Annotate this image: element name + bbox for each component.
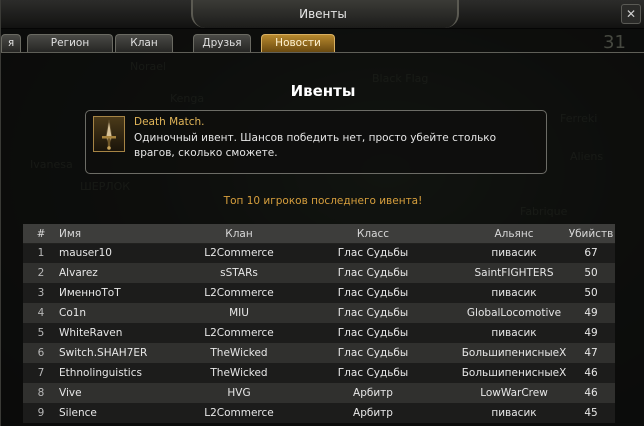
tab-region[interactable]: Регион — [27, 34, 113, 52]
row-ally: пивасик — [491, 327, 537, 339]
event-description: Одиночный ивент. Шансов победить нет, пр… — [134, 132, 497, 159]
row-ally: GlobalLocomotive — [466, 307, 562, 319]
row-class: Глас Судьбы — [337, 267, 409, 279]
row-name: mauser10 — [59, 247, 112, 259]
row-clan: L2Commerce — [204, 327, 274, 339]
channel-number: 31 — [603, 32, 626, 53]
tab-friends[interactable]: Друзья — [193, 34, 251, 52]
tab-divider — [1, 52, 644, 53]
table-header: # Имя Клан Класс Альянс Убийств — [23, 224, 615, 244]
row-name: ИменноТоТ — [59, 287, 121, 299]
table-row[interactable]: 3 ИменноТоТ L2Commerce Глас Судьбы пивас… — [23, 283, 615, 303]
header-ally: Альянс — [494, 228, 534, 240]
row-class: Глас Судьбы — [337, 307, 409, 319]
row-num: 8 — [37, 387, 45, 399]
table-row[interactable]: 8 Vive HVG Арбитр LowWarCrew 46 — [23, 383, 615, 403]
event-name: Death Match. — [134, 116, 205, 128]
row-class: Глас Судьбы — [337, 347, 409, 359]
row-kills: 45 — [584, 407, 598, 419]
tab-news[interactable]: Новости — [261, 34, 335, 52]
row-kills: 46 — [584, 387, 598, 399]
row-class: Глас Судьбы — [337, 367, 409, 379]
row-ally: пивасик — [491, 287, 537, 299]
row-num: 4 — [37, 307, 45, 319]
row-kills: 49 — [584, 307, 598, 319]
row-class: Арбитр — [353, 387, 393, 399]
row-num: 7 — [37, 367, 45, 379]
row-clan: HVG — [227, 387, 251, 399]
row-class: Арбитр — [353, 407, 393, 419]
table-row[interactable]: 6 Switch.SHAH7ER TheWicked Глас Судьбы Б… — [23, 343, 615, 363]
row-clan: MIU — [229, 307, 249, 319]
header-name: Имя — [59, 228, 82, 240]
row-clan: TheWicked — [210, 347, 268, 359]
table-row[interactable]: 1 mauser10 L2Commerce Глас Судьбы пиваси… — [23, 243, 615, 263]
row-num: 9 — [37, 407, 45, 419]
row-num: 1 — [37, 247, 45, 259]
row-name: Alvarez — [59, 267, 98, 279]
row-ally: пивасик — [491, 407, 537, 419]
header-class: Класс — [356, 228, 390, 240]
row-kills: 46 — [584, 367, 598, 379]
window-titlebar[interactable]: Ивенты ✕ — [1, 0, 644, 29]
header-kills: Убийств — [568, 228, 614, 240]
close-icon[interactable]: ✕ — [621, 4, 641, 24]
row-clan: L2Commerce — [204, 247, 274, 259]
row-ally: LowWarCrew — [480, 387, 548, 399]
row-num: 5 — [37, 327, 45, 339]
top-players-table: # Имя Клан Класс Альянс Убийств 1 mauser… — [23, 224, 615, 426]
row-ally: пивасик — [491, 247, 537, 259]
row-name: Co1n — [59, 307, 87, 319]
tab-clan[interactable]: Клан — [115, 34, 173, 52]
row-num: 2 — [37, 267, 45, 279]
row-class: Глас Судьбы — [337, 287, 409, 299]
row-ally: SaintFIGHTERS — [474, 267, 554, 279]
table-row[interactable]: 7 Ethnolinguistics TheWicked Глас Судьбы… — [23, 363, 615, 383]
row-kills: 50 — [584, 287, 598, 299]
row-kills: 49 — [584, 327, 598, 339]
events-window: Ивенты ✕ 31 я Регион Клан Друзья Новости… — [0, 0, 644, 426]
table-row[interactable]: 9 Silence L2Commerce Арбитр пивасик 45 — [23, 403, 615, 423]
row-kills: 67 — [584, 247, 598, 259]
row-kills: 47 — [584, 347, 598, 359]
row-name: Silence — [59, 407, 97, 419]
row-name: Switch.SHAH7ER — [59, 347, 148, 359]
row-class: Глас Судьбы — [337, 327, 409, 339]
table-row[interactable]: 2 Alvarez sSTARs Глас Судьбы SaintFIGHTE… — [23, 263, 615, 283]
row-clan: L2Commerce — [204, 407, 274, 419]
panel-title: Ивенты — [290, 82, 356, 100]
sword-event-icon — [93, 116, 125, 152]
row-clan: L2Commerce — [204, 287, 274, 299]
window-title: Ивенты — [299, 7, 347, 21]
table-row[interactable]: 4 Co1n MIU Глас Судьбы GlobalLocomotive … — [23, 303, 615, 323]
row-num: 6 — [37, 347, 45, 359]
header-num: # — [36, 228, 46, 240]
row-kills: 50 — [584, 267, 598, 279]
row-name: Vive — [59, 387, 82, 399]
row-name: WhiteRaven — [59, 327, 123, 339]
row-ally: БольшипенисныеX — [461, 347, 567, 359]
top-players-caption: Топ 10 игроков последнего ивента! — [223, 195, 423, 207]
row-num: 3 — [37, 287, 45, 299]
table-row[interactable]: 5 WhiteRaven L2Commerce Глас Судьбы пива… — [23, 323, 615, 343]
tab-partial[interactable]: я — [1, 34, 21, 52]
row-ally: БольшипенисныеX — [461, 367, 567, 379]
row-clan: sSTARs — [220, 267, 258, 279]
row-name: Ethnolinguistics — [59, 367, 142, 379]
row-clan: TheWicked — [210, 367, 268, 379]
header-clan: Клан — [225, 228, 253, 240]
row-class: Глас Судьбы — [337, 247, 409, 259]
